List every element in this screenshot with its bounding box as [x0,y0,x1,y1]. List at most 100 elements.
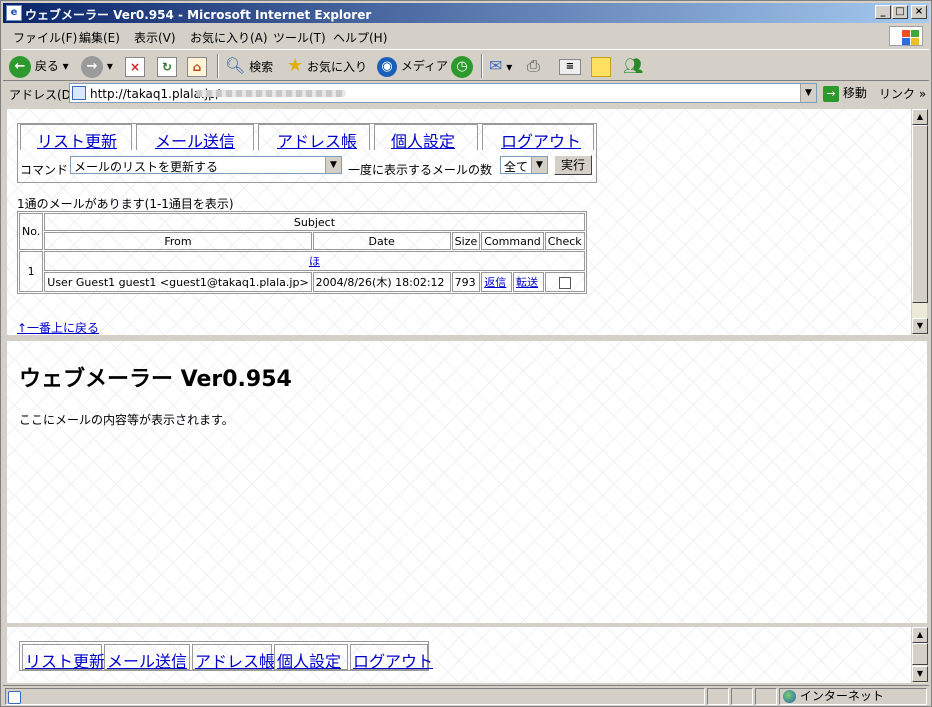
bottom-nav-address-book-label[interactable]: アドレス帳 [195,648,275,672]
menu-favorites[interactable]: お気に入り(A) [190,29,268,46]
viewer-frame: ウェブメーラー Ver0.954 ここにメールの内容等が表示されます。 [7,339,927,623]
favorites-button[interactable]: ★ お気に入り [287,54,367,78]
history-button[interactable]: ◷ [451,54,473,78]
nav-item-address-book-label[interactable]: アドレス帳 [277,128,357,152]
minimize-button[interactable]: _ [875,5,891,19]
media-label: メディア [400,59,448,73]
links-button[interactable]: リンク » [879,85,926,102]
back-to-top-link[interactable]: ↑一番上に戻る [17,319,99,335]
bottom-nav-frame: リスト更新 メール送信 アドレス帳 個人設定 ログアウト [7,627,911,683]
toolbar: ← 戻る ▾ → ▾ × ↻ ⌂ 🔍︎ 検索 ★ お気に入り ◉ メディア ◷ [3,49,929,81]
menu-edit[interactable]: 編集(E) [79,29,120,46]
bottom-nav-logout-label[interactable]: ログアウト [353,648,433,672]
row-checkbox[interactable] [558,276,571,289]
edit-icon: ≡ [559,58,581,75]
header-size: Size [451,232,481,250]
bottom-nav-logout[interactable]: ログアウト [350,644,433,671]
bottom-nav-settings-label[interactable]: 個人設定 [277,648,341,672]
title-bar: e ウェブメーラー Ver0.954 - Microsoft Internet … [3,3,929,23]
nav-item-settings-label[interactable]: 個人設定 [391,128,455,152]
go-label: 移動 [842,86,867,100]
bottom-frame-scrollbar[interactable]: ▲ ▼ [911,627,928,683]
menu-view[interactable]: 表示(V) [134,29,176,46]
nav-frame-scrollbar[interactable]: ▲ ▼ [911,109,928,335]
execute-button[interactable]: 実行 [554,155,592,175]
scroll-down-icon[interactable]: ▼ [912,318,928,334]
bottom-nav-refresh[interactable]: リスト更新 [22,644,105,672]
per-page-dropdown-icon: ▼ [531,157,547,173]
refresh-button[interactable]: ↻ [157,54,177,78]
back-arrow-icon: ← [9,55,31,78]
header-date: Date [312,232,451,250]
menu-file[interactable]: ファイル(F) [13,29,77,46]
messenger-button[interactable]: 👥︎ [623,54,643,78]
bottom-nav-settings[interactable]: 個人設定 [274,644,348,672]
address-bar: アドレス(D) http://takaq1.plala.jp/ ▼ → 移動 リ… [3,82,929,104]
nav-item-refresh[interactable]: リスト更新 [20,124,132,152]
forward-link[interactable]: 転送 [516,276,538,289]
row-date: 2004/8/26(木) 18:02:12 [312,272,451,292]
mail-button[interactable]: ✉ ▾ [489,54,512,78]
search-button[interactable]: 🔍︎ 検索 [225,54,273,78]
command-label: コマンド [20,163,69,177]
window-title: ウェブメーラー Ver0.954 - Microsoft Internet Ex… [25,8,372,22]
bottom-nav-send[interactable]: メール送信 [104,644,190,672]
status-seg [755,688,777,705]
scroll-thumb[interactable] [912,125,928,303]
nav-item-settings[interactable]: 個人設定 [374,124,478,152]
header-subject: Subject [44,213,585,231]
address-input[interactable]: http://takaq1.plala.jp/ ▼ [69,83,817,103]
scroll-down-icon[interactable]: ▼ [912,666,928,682]
command-select-value: メールのリストを更新する [74,160,219,174]
row-subject-link[interactable]: ほ [309,255,320,268]
print-button[interactable]: ⎙ [527,54,540,78]
mail-table: No. Subject From Date Size Command Check… [17,211,587,294]
maximize-button[interactable]: □ [892,5,908,19]
menu-tools[interactable]: ツール(T) [273,29,326,46]
status-bar: インターネット [3,685,929,706]
back-label: 戻る [34,59,59,73]
header-no: No. [19,213,44,250]
nav-item-address-book[interactable]: アドレス帳 [258,124,370,152]
discuss-button[interactable] [591,54,611,78]
note-icon [591,56,611,77]
per-page-value: 全て [504,160,529,174]
menu-bar: ファイル(F) 編集(E) 表示(V) お気に入り(A) ツール(T) ヘルプ(… [3,25,929,47]
bottom-nav-send-label[interactable]: メール送信 [107,648,187,672]
nav-item-refresh-label[interactable]: リスト更新 [37,128,117,152]
stop-button[interactable]: × [125,54,145,78]
windows-logo-icon [889,26,923,46]
nav-item-send[interactable]: メール送信 [136,124,254,152]
media-button[interactable]: ◉ メディア [377,54,448,78]
viewer-message: ここにメールの内容等が表示されます。 [19,413,234,427]
nav-item-logout[interactable]: ログアウト [482,124,594,152]
search-icon: 🔍︎ [225,56,246,75]
nav-item-logout-label[interactable]: ログアウト [501,128,581,152]
go-button[interactable]: → 移動 [823,84,867,102]
star-icon: ★ [287,55,304,76]
edit-button[interactable]: ≡ [559,54,581,78]
row-reply-cell: 返信 [481,272,513,292]
stop-icon: × [125,56,145,77]
command-select[interactable]: メールのリストを更新する ▼ [70,156,342,174]
bottom-nav-address-book[interactable]: アドレス帳 [192,644,275,672]
bottom-nav: リスト更新 メール送信 アドレス帳 個人設定 ログアウト [19,641,433,672]
scroll-up-icon[interactable]: ▲ [912,627,928,643]
header-command: Command [481,232,544,250]
bottom-nav-refresh-label[interactable]: リスト更新 [25,648,105,672]
nav-item-send-label[interactable]: メール送信 [155,128,235,152]
scroll-thumb[interactable] [912,643,928,665]
per-page-select[interactable]: 全て ▼ [500,156,548,174]
table-row: 1 ほ [19,251,585,292]
back-button[interactable]: ← 戻る ▾ [9,54,69,78]
reply-link[interactable]: 返信 [484,276,506,289]
nav-frame: リスト更新 メール送信 アドレス帳 個人設定 ログアウト コマンド メールのリス… [7,109,911,335]
mail-icon: ✉ [489,56,503,75]
scroll-up-icon[interactable]: ▲ [912,109,928,125]
menu-help[interactable]: ヘルプ(H) [333,29,387,46]
home-button[interactable]: ⌂ [187,54,207,78]
address-dropdown-icon[interactable]: ▼ [800,84,816,102]
forward-button[interactable]: → ▾ [81,54,113,78]
go-arrow-icon: → [823,85,839,102]
close-button[interactable]: × [911,5,927,19]
